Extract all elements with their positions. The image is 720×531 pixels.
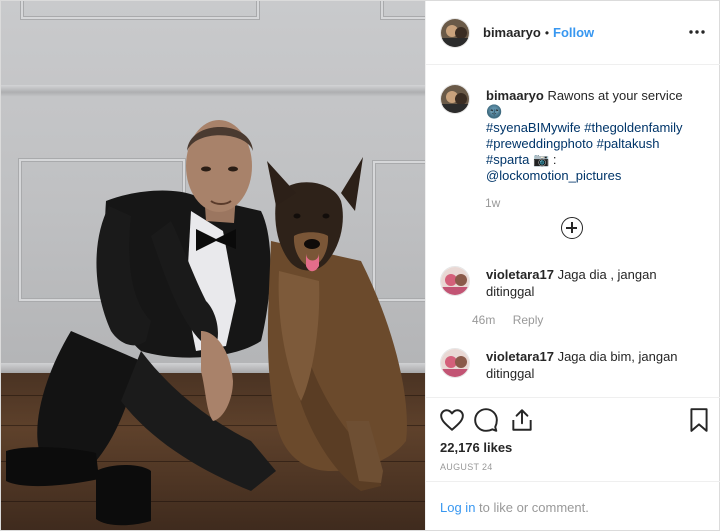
- caption-body: Rawons at your service: [547, 88, 683, 103]
- mention-link[interactable]: @lockomotion_pictures: [486, 168, 621, 183]
- follow-button[interactable]: Follow: [553, 25, 594, 40]
- hashtag-sparta[interactable]: #sparta: [486, 152, 529, 167]
- caption-time: 1w: [485, 196, 501, 210]
- avatar[interactable]: [440, 84, 470, 114]
- comment-username[interactable]: violetara17: [486, 349, 554, 364]
- camera-emoji: 📷: [533, 152, 550, 167]
- comment-text: violetara17 Jaga dia , jangan ditinggal: [486, 266, 686, 300]
- avatar[interactable]: [440, 17, 470, 48]
- plus-circle-icon[interactable]: [561, 217, 583, 239]
- hashtags-line-1[interactable]: #syenaBIMywife #thegoldenfamily: [486, 120, 683, 135]
- action-bar: 22,176 likes AUGUST 24: [426, 397, 720, 477]
- comment-text: violetara17 Jaga dia bim, jangan ditingg…: [486, 348, 686, 382]
- comment-time: 46m: [472, 313, 496, 327]
- new-moon-emoji: 🌚: [486, 104, 503, 119]
- likes-count[interactable]: 22,176 likes: [440, 440, 512, 455]
- comment-meta: 46m Reply: [472, 313, 557, 327]
- post-details-panel: bimaaryo • Follow bimaaryo Rawons at you…: [425, 1, 720, 530]
- caption: bimaaryo Rawons at your service 🌚 #syena…: [440, 84, 710, 184]
- post-date: AUGUST 24: [440, 462, 493, 472]
- post-header: bimaaryo • Follow: [426, 1, 720, 65]
- hashtags-line-2[interactable]: #preweddingphoto #paltakush: [486, 136, 659, 151]
- man-and-dog-figures: [6, 120, 407, 526]
- comment-username[interactable]: violetara17: [486, 267, 554, 282]
- heart-icon[interactable]: [439, 407, 465, 433]
- caption-text: bimaaryo Rawons at your service 🌚 #syena…: [486, 84, 706, 184]
- login-link[interactable]: Log in: [440, 500, 475, 515]
- add-comment-bar: Log in to like or comment.: [426, 481, 720, 530]
- separator-dot: •: [544, 25, 550, 40]
- comment-item: violetara17 Jaga dia bim, jangan ditingg…: [440, 348, 710, 382]
- caption-username[interactable]: bimaaryo: [486, 88, 544, 103]
- avatar[interactable]: [440, 348, 470, 378]
- login-prompt-text: to like or comment.: [475, 500, 589, 515]
- avatar[interactable]: [440, 266, 470, 296]
- post-photo[interactable]: [1, 1, 425, 530]
- username-link[interactable]: bimaaryo: [483, 25, 541, 40]
- instagram-post: bimaaryo • Follow bimaaryo Rawons at you…: [0, 0, 720, 531]
- bookmark-icon[interactable]: [686, 407, 712, 433]
- reply-button[interactable]: Reply: [513, 313, 544, 327]
- comment-icon[interactable]: [473, 407, 499, 433]
- caption-colon: :: [552, 152, 557, 167]
- comment-item: violetara17 Jaga dia , jangan ditinggal: [440, 266, 710, 300]
- more-options-icon[interactable]: [688, 22, 706, 42]
- share-icon[interactable]: [509, 407, 535, 433]
